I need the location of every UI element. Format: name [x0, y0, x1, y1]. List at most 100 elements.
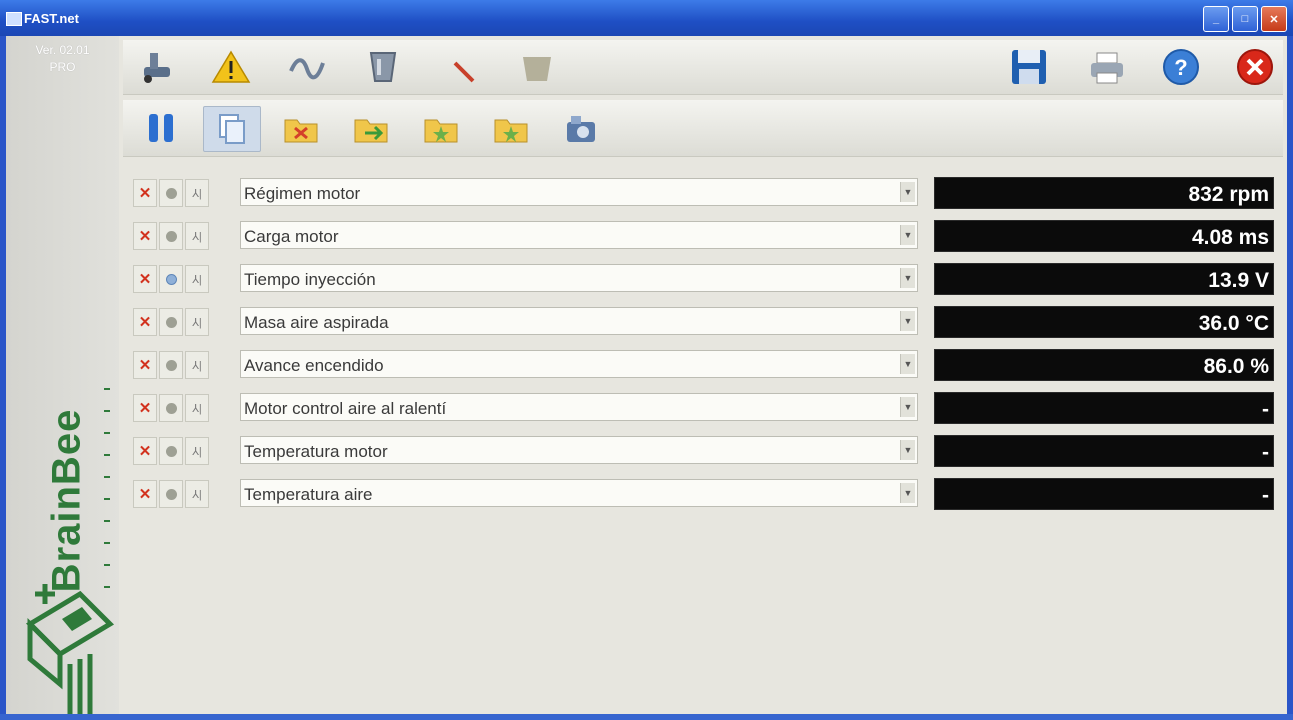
- bag-icon: [523, 57, 551, 81]
- dropdown-arrow-icon[interactable]: ▼: [900, 268, 915, 288]
- pause-button[interactable]: [133, 106, 189, 150]
- copy-button[interactable]: [203, 106, 261, 152]
- save-button[interactable]: [1007, 47, 1051, 87]
- param-row: ✕ ⅄| Régimen motor ▼ 832 rpm: [133, 175, 1279, 209]
- car-lift-button[interactable]: [135, 47, 179, 87]
- dropdown-arrow-icon[interactable]: ▼: [900, 225, 915, 245]
- param-status-toggle[interactable]: [159, 351, 183, 379]
- param-select[interactable]: Avance encendido ▼: [240, 350, 918, 378]
- car-lift-icon: [144, 53, 170, 83]
- status-dot-icon: [165, 402, 177, 414]
- version-label: Ver. 02.01 PRO: [6, 42, 119, 76]
- status-dot-icon: [165, 273, 177, 285]
- param-label: Avance encendido: [244, 356, 384, 375]
- remove-param-button[interactable]: ✕: [133, 394, 157, 422]
- version-number: Ver. 02.01: [35, 43, 90, 57]
- param-value: 832 rpm: [1188, 183, 1269, 206]
- param-graph-toggle[interactable]: ⅄|: [185, 222, 209, 250]
- param-status-toggle[interactable]: [159, 179, 183, 207]
- param-value-display: 832 rpm: [934, 177, 1274, 209]
- dropdown-arrow-icon[interactable]: ▼: [900, 440, 915, 460]
- param-status-toggle[interactable]: [159, 308, 183, 336]
- param-graph-toggle[interactable]: ⅄|: [185, 480, 209, 508]
- secondary-toolbar: [123, 100, 1283, 157]
- status-dot-icon: [165, 316, 177, 328]
- remove-param-button[interactable]: ✕: [133, 437, 157, 465]
- param-graph-toggle[interactable]: ⅄|: [185, 265, 209, 293]
- param-value: 4.08 ms: [1191, 226, 1269, 249]
- edit-button[interactable]: [441, 47, 485, 87]
- save-icon: [1012, 50, 1046, 84]
- param-label: Motor control aire al ralentí: [244, 399, 447, 418]
- minimize-button[interactable]: _: [1203, 6, 1229, 32]
- svg-text:?: ?: [1174, 55, 1187, 80]
- remove-param-button[interactable]: ✕: [133, 222, 157, 250]
- remove-param-button[interactable]: ✕: [133, 179, 157, 207]
- param-graph-toggle[interactable]: ⅄|: [185, 351, 209, 379]
- dropdown-arrow-icon[interactable]: ▼: [900, 311, 915, 331]
- param-select[interactable]: Régimen motor ▼: [240, 178, 918, 206]
- close-icon: [1237, 49, 1273, 85]
- remove-param-button[interactable]: ✕: [133, 308, 157, 336]
- remove-param-button[interactable]: ✕: [133, 351, 157, 379]
- param-graph-toggle[interactable]: ⅄|: [185, 394, 209, 422]
- param-row: ✕ ⅄| Temperatura aire ▼ -: [133, 476, 1279, 510]
- remove-param-button[interactable]: ✕: [133, 265, 157, 293]
- pencil-icon: [453, 61, 475, 83]
- export-folder-button[interactable]: [343, 106, 399, 150]
- copy-icon: [219, 114, 245, 144]
- param-select[interactable]: Tiempo inyección ▼: [240, 264, 918, 292]
- help-icon: ?: [1163, 49, 1199, 85]
- remove-param-button[interactable]: ✕: [133, 480, 157, 508]
- warning-button[interactable]: [209, 47, 253, 87]
- app-icon: [6, 12, 22, 26]
- waveform-button[interactable]: [287, 47, 331, 87]
- param-select[interactable]: Motor control aire al ralentí ▼: [240, 393, 918, 421]
- dropdown-arrow-icon[interactable]: ▼: [900, 354, 915, 374]
- window-close-button[interactable]: ✕: [1261, 6, 1287, 32]
- param-row: ✕ ⅄| Avance encendido ▼ 86.0 %: [133, 347, 1279, 381]
- status-dot-icon: [165, 359, 177, 371]
- brainbee-logo-icon: [25, 584, 115, 714]
- warning-icon: [211, 50, 251, 83]
- open-folder-button[interactable]: [273, 106, 329, 150]
- param-value-display: -: [934, 435, 1274, 467]
- dropdown-arrow-icon[interactable]: ▼: [900, 483, 915, 503]
- param-status-toggle[interactable]: [159, 265, 183, 293]
- param-graph-toggle[interactable]: ⅄|: [185, 437, 209, 465]
- param-select[interactable]: Masa aire aspirada ▼: [240, 307, 918, 335]
- param-value: -: [1262, 441, 1269, 464]
- param-status-toggle[interactable]: [159, 437, 183, 465]
- dropdown-arrow-icon[interactable]: ▼: [900, 397, 915, 417]
- param-select[interactable]: Temperatura motor ▼: [240, 436, 918, 464]
- param-graph-toggle[interactable]: ⅄|: [185, 179, 209, 207]
- param-status-toggle[interactable]: [159, 394, 183, 422]
- param-status-toggle[interactable]: [159, 480, 183, 508]
- maximize-button[interactable]: □: [1232, 6, 1258, 32]
- folder-star-icon: [424, 119, 458, 143]
- param-select[interactable]: Temperatura aire ▼: [240, 479, 918, 507]
- param-label: Temperatura motor: [244, 442, 388, 461]
- folder-star-button[interactable]: [413, 106, 469, 150]
- help-button[interactable]: ?: [1159, 47, 1203, 87]
- camera-button[interactable]: [553, 106, 609, 150]
- status-dot-icon: [165, 488, 177, 500]
- status-dot-icon: [165, 187, 177, 199]
- print-button[interactable]: [1085, 47, 1129, 87]
- exit-button[interactable]: [1233, 47, 1277, 87]
- bag-button[interactable]: [515, 47, 559, 87]
- param-label: Temperatura aire: [244, 485, 373, 504]
- param-select[interactable]: Carga motor ▼: [240, 221, 918, 249]
- folder-star2-button[interactable]: [483, 106, 539, 150]
- dropdown-arrow-icon[interactable]: ▼: [900, 182, 915, 202]
- param-graph-toggle[interactable]: ⅄|: [185, 308, 209, 336]
- glass-button[interactable]: [361, 47, 405, 87]
- param-label: Régimen motor: [244, 184, 361, 203]
- glass-icon: [369, 52, 397, 82]
- window-title: FAST.net: [24, 11, 79, 26]
- param-status-toggle[interactable]: [159, 222, 183, 250]
- param-value: 13.9 V: [1208, 269, 1269, 292]
- pause-icon: [149, 114, 173, 142]
- folder-export-icon: [354, 119, 388, 143]
- param-row: ✕ ⅄| Motor control aire al ralentí ▼ -: [133, 390, 1279, 424]
